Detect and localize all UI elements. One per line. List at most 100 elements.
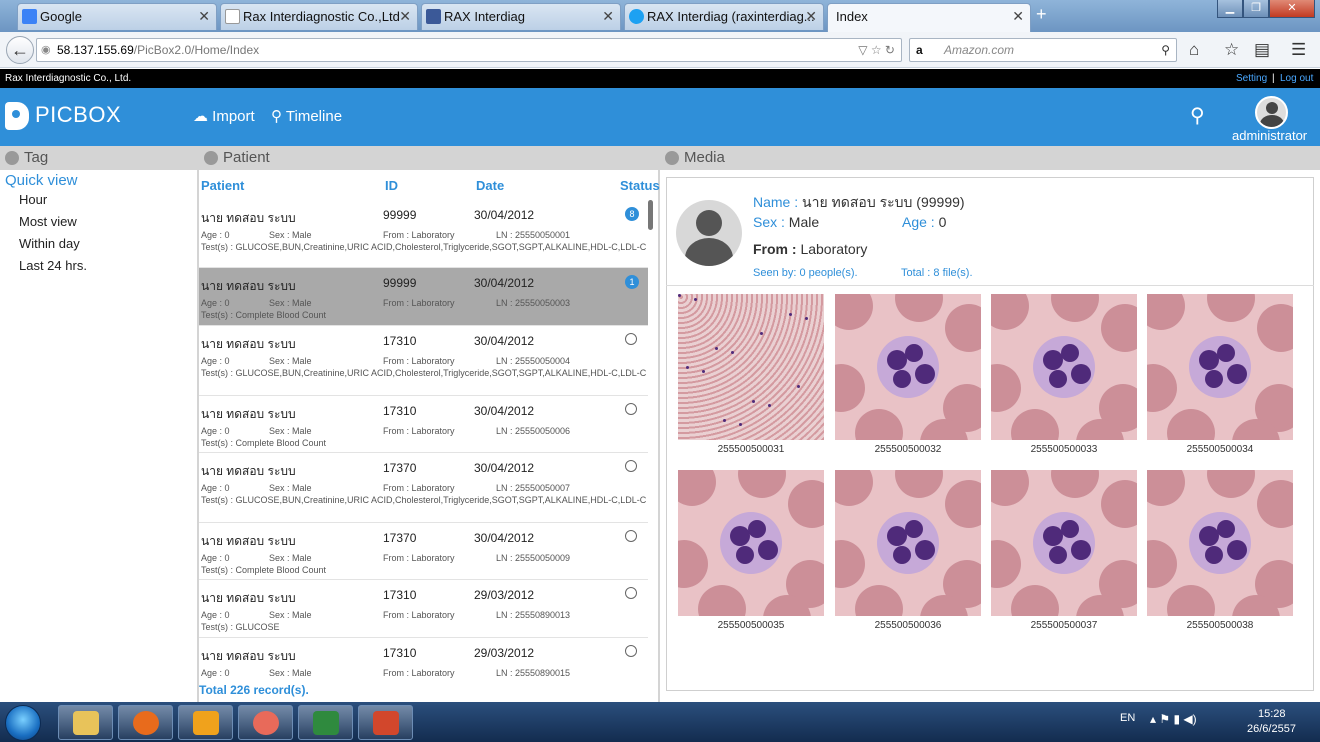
red-blood-cell [1051,294,1099,322]
menu-icon[interactable]: ☰ [1291,40,1306,60]
cell-dot [760,332,763,335]
home-icon[interactable]: ⌂ [1189,40,1199,60]
window-close-button[interactable]: ✕ [1269,0,1315,18]
column-id[interactable]: ID [385,178,398,193]
blood-smear-thumbnail[interactable] [991,294,1137,440]
quick-view-heading[interactable]: Quick view [5,172,78,189]
red-blood-cell [1147,470,1185,506]
patient-date: 30/04/2012 [474,404,535,418]
thumbnail-caption: 255500500036 [874,620,942,631]
table-row[interactable]: นาย ทดสอบ ระบบ 99999 30/04/2012 Age : 0 Sex … [199,268,648,326]
patient-id: 17310 [383,334,417,348]
close-icon[interactable]: ✕ [1012,4,1024,29]
import-link[interactable]: ☁ Import [193,107,255,125]
column-status[interactable]: Status [620,178,660,193]
status-badge[interactable]: 1 [625,275,639,289]
tag-item-within-day[interactable]: Within day [19,236,80,251]
tab-facebook[interactable]: RAX Interdiag ✕ [421,3,621,30]
bookmark-star-icon[interactable]: ☆ [1224,40,1239,60]
blood-smear-thumbnail[interactable] [1147,470,1293,616]
tab-rax-site[interactable]: Rax Interdiagnostic Co.,Ltd ✕ [220,3,418,30]
table-row[interactable]: นาย ทดสอบ ระบบ 17310 29/03/2012 Age : 0 Sex … [199,638,648,680]
table-row[interactable]: นาย ทดสอบ ระบบ 17370 30/04/2012 Age : 0 Sex … [199,523,648,580]
setting-link[interactable]: Setting [1236,69,1267,88]
nucleus-lobe [1071,540,1091,560]
nucleus-lobe [1071,364,1091,384]
blood-smear-thumbnail[interactable] [991,470,1137,616]
reload-icon[interactable]: ▽ ☆ ↻ [858,39,895,61]
patient-id: 17310 [383,646,417,660]
patient-from: From : Laboratory [383,298,455,308]
search-icon[interactable]: ⚲ [1161,39,1170,61]
back-button[interactable]: ← [6,36,34,64]
status-radio[interactable] [625,460,637,472]
browser-nav-bar: ← ◉ 58.137.155.69/PicBox2.0/Home/Index ▽… [0,32,1320,68]
blood-smear-thumbnail[interactable] [678,470,824,616]
avatar[interactable] [1255,96,1288,129]
status-badge[interactable]: 8 [625,207,639,221]
user-name[interactable]: administrator [1232,128,1307,143]
patient-id: 17310 [383,588,417,602]
red-blood-cell [895,470,943,498]
close-icon[interactable]: ✕ [198,4,210,29]
search-input[interactable]: a Amazon.com ⚲ [909,38,1177,62]
table-row[interactable]: นาย ทดสอบ ระบบ 17310 29/03/2012 Age : 0 Sex … [199,580,648,638]
patient-sex: Sex : Male [269,553,312,563]
clock-time[interactable]: 15:28 [1258,708,1286,720]
scrollbar-thumb[interactable] [648,200,653,230]
search-icon[interactable]: ⚲ [1190,103,1205,128]
start-button[interactable] [5,705,41,741]
minimize-button[interactable]: ▁ [1217,0,1243,18]
column-date[interactable]: Date [476,178,504,193]
taskbar-powerpoint[interactable] [358,705,413,740]
clock-date[interactable]: 26/6/2557 [1247,723,1296,735]
taskbar-outlook[interactable] [178,705,233,740]
maximize-button[interactable]: ❐ [1243,0,1269,18]
address-bar[interactable]: ◉ 58.137.155.69/PicBox2.0/Home/Index ▽ ☆… [36,38,902,62]
bookmarks-list-icon[interactable]: ▤ [1254,40,1270,60]
new-tab-icon[interactable]: + [1036,4,1047,25]
language-indicator[interactable]: EN [1120,712,1135,724]
tab-twitter[interactable]: RAX Interdiag (raxinterdiag... ✕ [624,3,824,30]
table-row[interactable]: นาย ทดสอบ ระบบ 17310 30/04/2012 Age : 0 Sex … [199,326,648,396]
column-patient[interactable]: Patient [201,178,244,193]
patient-sex: Sex : Male [269,426,312,436]
status-radio[interactable] [625,645,637,657]
tray-icons[interactable]: ▴ ⚑ ▮ ◀) [1150,712,1197,726]
taskbar-media[interactable] [238,705,293,740]
patient-sex: Sex : Male [269,298,312,308]
patient-ln: LN : 25550050009 [496,553,571,563]
table-row[interactable]: นาย ทดสอบ ระบบ 99999 30/04/2012 Age : 0 Sex … [199,200,648,268]
timeline-link[interactable]: ⚲ Timeline [271,107,342,125]
patient-date: 30/04/2012 [474,461,535,475]
picbox-logo[interactable]: PICBOX [5,102,121,131]
nucleus-lobe [893,370,911,388]
blood-smear-thumbnail[interactable] [678,294,824,440]
status-radio[interactable] [625,333,637,345]
close-icon[interactable]: ✕ [805,4,817,29]
powerpoint-icon [373,711,399,735]
status-radio[interactable] [625,403,637,415]
tab-google[interactable]: Google ✕ [17,3,217,30]
taskbar-excel[interactable] [298,705,353,740]
table-row[interactable]: นาย ทดสอบ ระบบ 17310 30/04/2012 Age : 0 Sex … [199,396,648,453]
taskbar-firefox[interactable] [118,705,173,740]
tag-item-most-view[interactable]: Most view [19,214,77,229]
blood-smear-thumbnail[interactable] [835,470,981,616]
tab-index[interactable]: Index ✕ [827,3,1031,32]
table-row[interactable]: นาย ทดสอบ ระบบ 17370 30/04/2012 Age : 0 Sex … [199,453,648,523]
tab-label: Google [40,9,82,24]
patient-name: นาย ทดสอบ ระบบ [201,534,296,548]
status-radio[interactable] [625,530,637,542]
taskbar-explorer[interactable] [58,705,113,740]
close-icon[interactable]: ✕ [602,4,614,29]
blood-smear-thumbnail[interactable] [835,294,981,440]
tag-item-last-24-hrs[interactable]: Last 24 hrs. [19,258,87,273]
blood-smear-thumbnail[interactable] [1147,294,1293,440]
close-icon[interactable]: ✕ [399,4,411,29]
name-value: นาย ทดสอบ ระบบ (99999) [802,194,965,210]
logout-link[interactable]: Log out [1280,69,1313,88]
tag-item-hour[interactable]: Hour [19,192,47,207]
cell-dot [752,400,755,403]
status-radio[interactable] [625,587,637,599]
